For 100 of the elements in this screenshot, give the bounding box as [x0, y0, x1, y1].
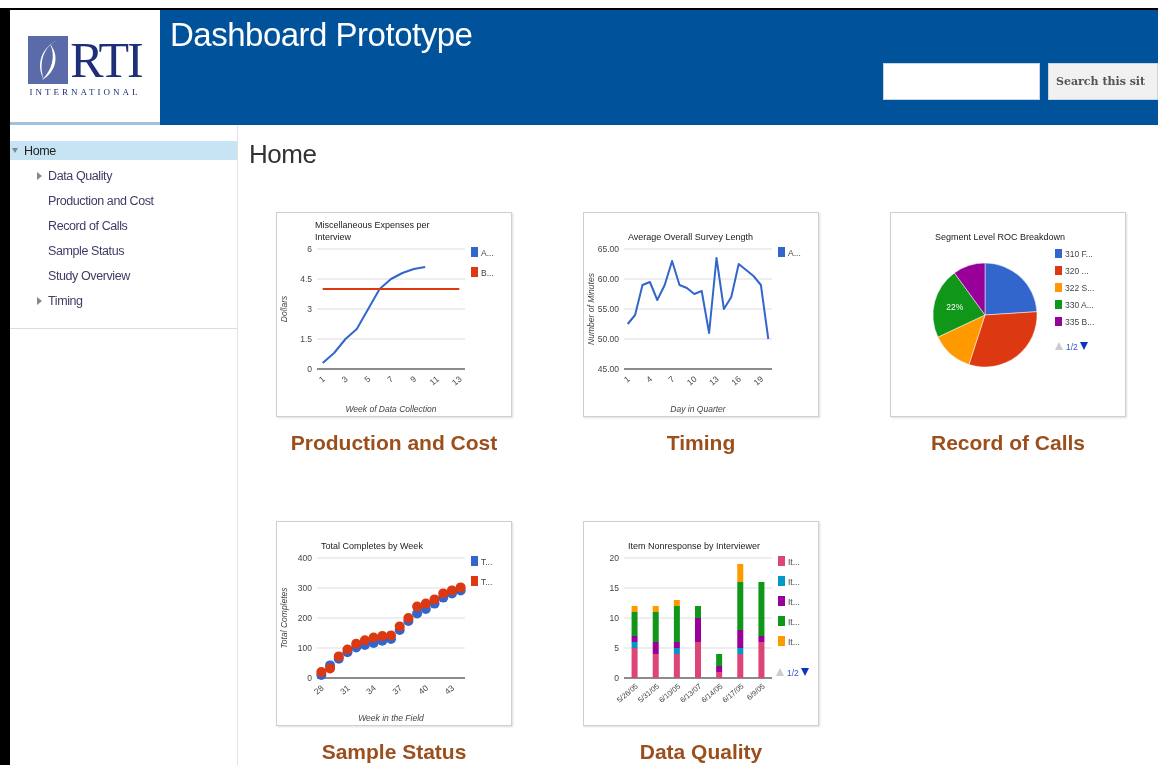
data-point: [438, 588, 449, 599]
legend-swatch: [1055, 283, 1062, 292]
logo-mark-icon: [28, 36, 69, 84]
axis-tick-label: 3: [307, 304, 312, 314]
axis-tick-label: 15: [609, 583, 619, 593]
pager-down-icon[interactable]: [801, 668, 809, 676]
axis-tick-label: 4: [644, 373, 655, 385]
axis-tick-label: 10: [609, 613, 619, 623]
data-point: [368, 632, 379, 643]
axis-tick-label: 7: [666, 373, 677, 385]
axis-tick-label: 100: [297, 643, 312, 653]
axis-tick-label: 40: [416, 682, 431, 697]
axis-tick-label: 65.00: [597, 244, 619, 254]
legend-label: It...: [788, 617, 800, 627]
logo-text: RTI: [70, 35, 142, 85]
data-point: [394, 621, 405, 632]
slice-label: 22%: [946, 302, 964, 313]
pager-down-icon[interactable]: [1080, 342, 1088, 350]
legend-label: It...: [788, 557, 800, 567]
chart-caption-link[interactable]: Sample Status: [276, 740, 512, 764]
legend-label: It...: [788, 577, 800, 587]
axis-tick-label: 200: [297, 613, 312, 623]
chart-caption-link[interactable]: Timing: [583, 431, 819, 455]
axis-tick-label: 6: [307, 244, 312, 254]
axis-tick-label: 50.00: [597, 334, 619, 344]
page-title: Home: [249, 139, 318, 170]
legend-label: T...: [481, 557, 493, 567]
tree-item[interactable]: Study Overview: [10, 263, 237, 288]
tree-item[interactable]: Data Quality: [10, 163, 237, 188]
axis-tick-label: 400: [297, 553, 312, 563]
data-point: [377, 631, 388, 641]
data-point: [412, 601, 423, 612]
tree-item[interactable]: Sample Status: [10, 238, 237, 263]
search-field[interactable]: [883, 63, 1040, 100]
data-point: [420, 598, 431, 609]
legend-swatch: [1055, 249, 1062, 258]
collapsed-triangle-icon[interactable]: [36, 296, 42, 305]
axis-tick-label: 3: [339, 373, 350, 385]
axis-tick-label: 0: [307, 364, 312, 374]
chart-caption-link[interactable]: Record of Calls: [890, 431, 1126, 455]
axis-tick-label: 28: [311, 682, 326, 697]
axis-tick-label: 13: [449, 373, 464, 388]
axis-tick-label: 37: [390, 682, 404, 697]
axis-tick-label: 34: [364, 682, 378, 697]
tree-item[interactable]: Record of Calls: [10, 213, 237, 238]
legend-swatch: [1055, 317, 1062, 326]
axis-tick-label: 55.00: [597, 304, 619, 314]
axis-tick-label: 10: [684, 373, 699, 388]
pager-label: 1/2: [787, 668, 799, 678]
legend-label: B...: [481, 268, 494, 278]
chart-caption-link[interactable]: Production and Cost: [276, 431, 512, 455]
axis-tick-label: 4.5: [300, 274, 312, 284]
axis-tick-label: 1: [316, 373, 327, 385]
chart-title: Total Completes by Week: [321, 539, 423, 552]
legend-swatch: [1055, 266, 1062, 275]
axis-label: Total Completes: [279, 587, 289, 649]
legend-label: 320 ...: [1065, 266, 1089, 276]
axis-tick-label: 0: [614, 673, 619, 683]
chart-title: Segment Level ROC Breakdown: [935, 230, 1066, 243]
pager-label: 1/2: [1066, 342, 1078, 352]
tree-item[interactable]: Timing: [10, 288, 237, 313]
legend-label: 310 F...: [1065, 249, 1093, 259]
chart-title: Miscellaneous Expenses per Interview: [315, 218, 431, 243]
collapsed-triangle-icon[interactable]: [36, 171, 42, 180]
data-point: [386, 630, 396, 641]
legend-swatch: [1055, 300, 1062, 309]
site-title: Dashboard Prototype: [170, 16, 474, 54]
axis-label: Day in Quarter: [670, 404, 726, 414]
chart-title: Average Overall Survey Length: [628, 230, 753, 243]
axis-tick-label: 45.00: [597, 364, 619, 374]
axis-tick-label: 5: [614, 643, 619, 653]
data-point: [351, 638, 362, 649]
tree-item[interactable]: Home: [10, 141, 237, 160]
axis-tick-label: 7: [385, 373, 396, 385]
chart-caption-link[interactable]: Data Quality: [583, 740, 819, 764]
legend-label: 335 B...: [1065, 317, 1095, 327]
axis-label: Number of Minutes: [586, 273, 596, 345]
legend-label: A...: [481, 248, 494, 258]
legend-label: 330 A...: [1065, 300, 1094, 310]
axis-tick-label: 43: [442, 682, 457, 697]
legend-label: 322 S...: [1065, 283, 1095, 293]
axis-tick-label: 5: [362, 373, 373, 385]
axis-tick-label: 60.00: [597, 274, 619, 284]
data-point: [359, 635, 370, 646]
axis-tick-label: 16: [729, 373, 743, 388]
axis-tick-label: 19: [751, 373, 766, 388]
legend-label: It...: [788, 637, 800, 647]
tree-item[interactable]: Production and Cost: [10, 188, 237, 213]
legend-label: A...: [788, 248, 801, 258]
axis-tick-label: 1.5: [300, 334, 312, 344]
axis-label: Dollars: [279, 295, 289, 323]
axis-tick-label: 11: [427, 373, 441, 388]
logo-subtext: INTERNATIONAL: [29, 87, 141, 97]
axis-tick-label: 13: [707, 373, 721, 388]
axis-tick-label: 31: [338, 682, 352, 697]
search-button[interactable]: Search this sit: [1048, 63, 1158, 100]
expanded-triangle-icon[interactable]: [12, 146, 18, 155]
axis-tick-label: 300: [297, 583, 312, 593]
axis-tick-label: 0: [307, 673, 312, 683]
axis-tick-label: 20: [609, 553, 619, 563]
